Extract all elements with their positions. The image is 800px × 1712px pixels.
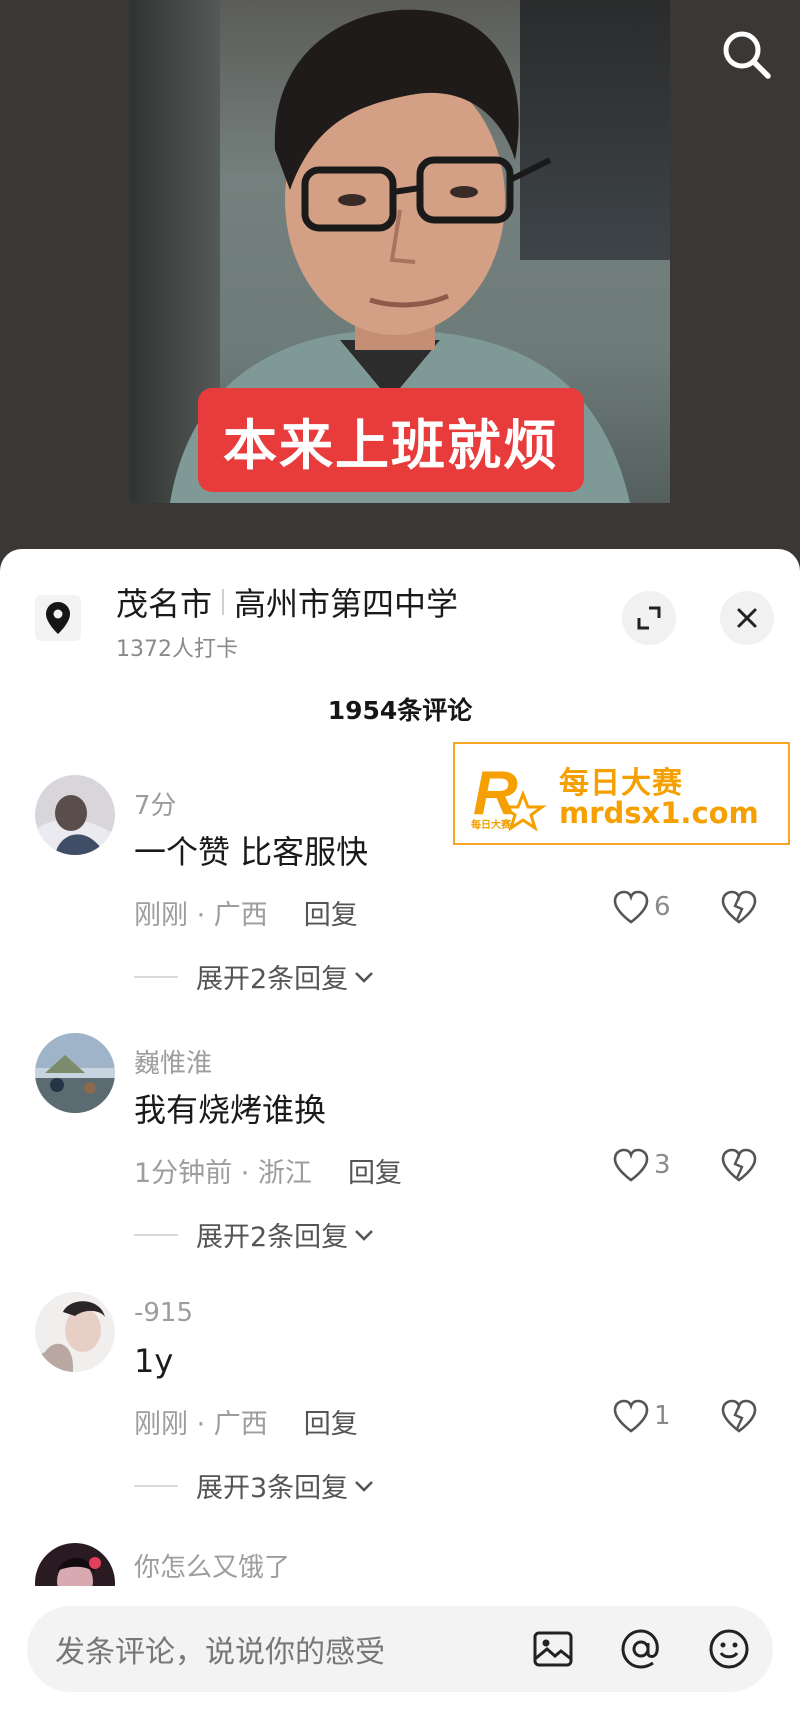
reply-button[interactable]: 回复 [348,1151,402,1190]
expand-replies[interactable]: 展开2条回复 [134,957,376,996]
video-caption: 本来上班就烦 [198,388,584,492]
like-button[interactable]: 3 [612,1147,671,1183]
avatar[interactable] [35,1292,115,1372]
broken-heart-icon [721,890,757,924]
broken-heart-icon [721,1148,757,1182]
search-icon[interactable] [718,26,774,82]
comment-text: 我有烧烤谁换 [134,1091,327,1129]
like-count: 1 [654,1401,671,1431]
like-count: 6 [654,892,671,922]
location-pin-icon [35,595,81,641]
svg-text:R: R [473,759,518,828]
close-button[interactable] [720,591,774,645]
comment-meta: 刚刚 · 广西 回复 [134,893,358,932]
emoji-icon[interactable] [705,1625,753,1673]
expand-icon [637,606,661,630]
reply-button[interactable]: 回复 [304,1402,358,1441]
comment-text: 一个赞 比客服快 [134,833,369,871]
watermark-r-star-icon: R 每日大赛 [471,759,547,832]
video-player[interactable]: 本来上班就烦 [0,0,800,560]
location-title[interactable]: 茂名市 高州市第四中学 [116,579,458,625]
avatar[interactable] [35,1033,115,1113]
broken-heart-icon [721,1399,757,1433]
watermark-logo: R 每日大赛 每日大赛 mrdsx1.com [453,742,790,845]
expand-replies-label: 展开2条回复 [196,964,349,995]
heart-icon [613,1399,649,1433]
comment-text: 1y [134,1342,174,1380]
like-button[interactable]: 1 [612,1398,671,1434]
comment-count: 1954条评论 [327,696,473,725]
comment-input-placeholder: 发条评论，说说你的感受 [55,1635,385,1670]
location-place: 高州市第四中学 [234,585,459,623]
comment-time-region: 刚刚 · 广西 [134,1409,268,1440]
comment-sheet: 茂名市 高州市第四中学 1372人打卡 1954条评论 [0,549,800,1712]
location-checkins: 1372人打卡 [116,637,238,662]
avatar[interactable] [35,1543,115,1586]
avatar[interactable] [35,775,115,855]
close-icon [737,608,757,628]
comment-input[interactable]: 发条评论，说说你的感受 [27,1606,773,1692]
location-city: 茂名市 [116,585,213,623]
comment-meta: 刚刚 · 广西 回复 [134,1402,358,1441]
chevron-down-icon [355,1229,374,1241]
expand-replies-label: 展开3条回复 [196,1473,349,1504]
at-icon[interactable] [617,1625,665,1673]
expand-divider [134,1233,178,1236]
watermark-domain: mrdsx1.com [559,796,759,830]
comment-time-region: 刚刚 · 广西 [134,900,268,931]
chevron-down-icon [355,1480,374,1492]
like-count: 3 [654,1150,671,1180]
comment-meta: 1分钟前 · 浙江 回复 [134,1151,402,1190]
comment-item: 你怎么又饿了 [0,1543,800,1586]
svg-text:每日大赛: 每日大赛 [471,818,512,831]
comment-time-region: 1分钟前 · 浙江 [134,1158,312,1189]
heart-icon [613,890,649,924]
expand-button[interactable] [622,591,676,645]
expand-replies[interactable]: 展开2条回复 [134,1215,376,1254]
comment-username[interactable]: 7分 [134,785,177,822]
image-icon[interactable] [529,1625,577,1673]
like-button[interactable]: 6 [612,889,671,925]
dislike-button[interactable] [720,889,758,929]
heart-icon [613,1148,649,1182]
dislike-button[interactable] [720,1147,758,1187]
dislike-button[interactable] [720,1398,758,1438]
expand-replies-label: 展开2条回复 [196,1222,349,1253]
expand-replies[interactable]: 展开3条回复 [134,1466,376,1505]
comment-username[interactable]: 你怎么又饿了 [134,1547,290,1584]
comment-username[interactable]: 巍惟淮 [134,1043,212,1080]
chevron-down-icon [355,971,374,983]
expand-divider [134,1484,178,1487]
location-separator [222,589,225,615]
comment-username[interactable]: -915 [134,1298,193,1328]
reply-button[interactable]: 回复 [304,893,358,932]
expand-divider [134,975,178,978]
